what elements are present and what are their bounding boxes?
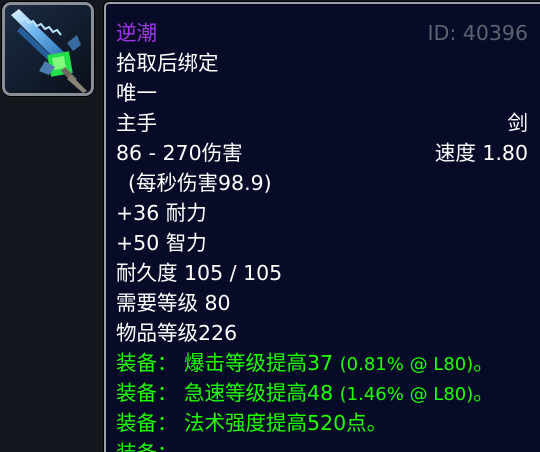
equip-effect-haste: 装备： 急速等级提高48 (1.46% @ L80)。 bbox=[116, 378, 528, 408]
dps-value: (每秒伤害98.9) bbox=[128, 171, 272, 195]
damage-range: 86 - 270伤害 bbox=[116, 141, 243, 165]
weapon-type: 剑 bbox=[507, 111, 529, 135]
unique-label: 唯一 bbox=[116, 81, 157, 105]
item-tooltip: 逆潮 ID: 40396 拾取后绑定 唯一 主手 剑 86 - 270伤害 速度… bbox=[104, 2, 540, 452]
item-id: ID: 40396 bbox=[427, 21, 528, 45]
item-slot: 主手 bbox=[116, 111, 157, 135]
equip-effect-spellpower: 装备： 法术强度提高520点。 bbox=[116, 408, 528, 438]
equip-effect-cutoff: 装备： bbox=[116, 438, 528, 452]
equip-text: 急速等级提高48 bbox=[184, 381, 334, 405]
rating-percent: (1.46% @ L80) bbox=[339, 384, 474, 405]
damage-row: 86 - 270伤害 速度 1.80 bbox=[116, 138, 528, 168]
item-name-row: 逆潮 ID: 40396 bbox=[116, 18, 528, 48]
sword-icon-art bbox=[5, 5, 91, 93]
rating-percent: (0.81% @ L80) bbox=[339, 354, 474, 375]
stat-stamina: +36 耐力 bbox=[116, 201, 207, 225]
sword-icon[interactable] bbox=[2, 2, 94, 96]
equip-label: 装备： bbox=[116, 381, 178, 405]
item-tooltip-screen: 逆潮 ID: 40396 拾取后绑定 唯一 主手 剑 86 - 270伤害 速度… bbox=[0, 0, 540, 452]
bind-type: 拾取后绑定 bbox=[116, 51, 219, 75]
equip-end: 。 bbox=[473, 351, 494, 375]
equip-text: 法术强度提高520点。 bbox=[184, 411, 388, 435]
equip-end: 。 bbox=[473, 381, 494, 405]
item-level: 物品等级226 bbox=[116, 321, 238, 345]
equip-label: 装备： bbox=[116, 351, 178, 375]
stat-intellect: +50 智力 bbox=[116, 231, 207, 255]
durability: 耐久度 105 / 105 bbox=[116, 261, 283, 285]
equip-effect-crit: 装备： 爆击等级提高37 (0.81% @ L80)。 bbox=[116, 348, 528, 378]
item-name[interactable]: 逆潮 bbox=[116, 21, 157, 45]
equip-text: 爆击等级提高37 bbox=[184, 351, 334, 375]
slot-row: 主手 剑 bbox=[116, 108, 528, 138]
attack-speed: 速度 1.80 bbox=[434, 141, 528, 165]
equip-label: 装备： bbox=[116, 411, 178, 435]
required-level: 需要等级 80 bbox=[116, 291, 231, 315]
